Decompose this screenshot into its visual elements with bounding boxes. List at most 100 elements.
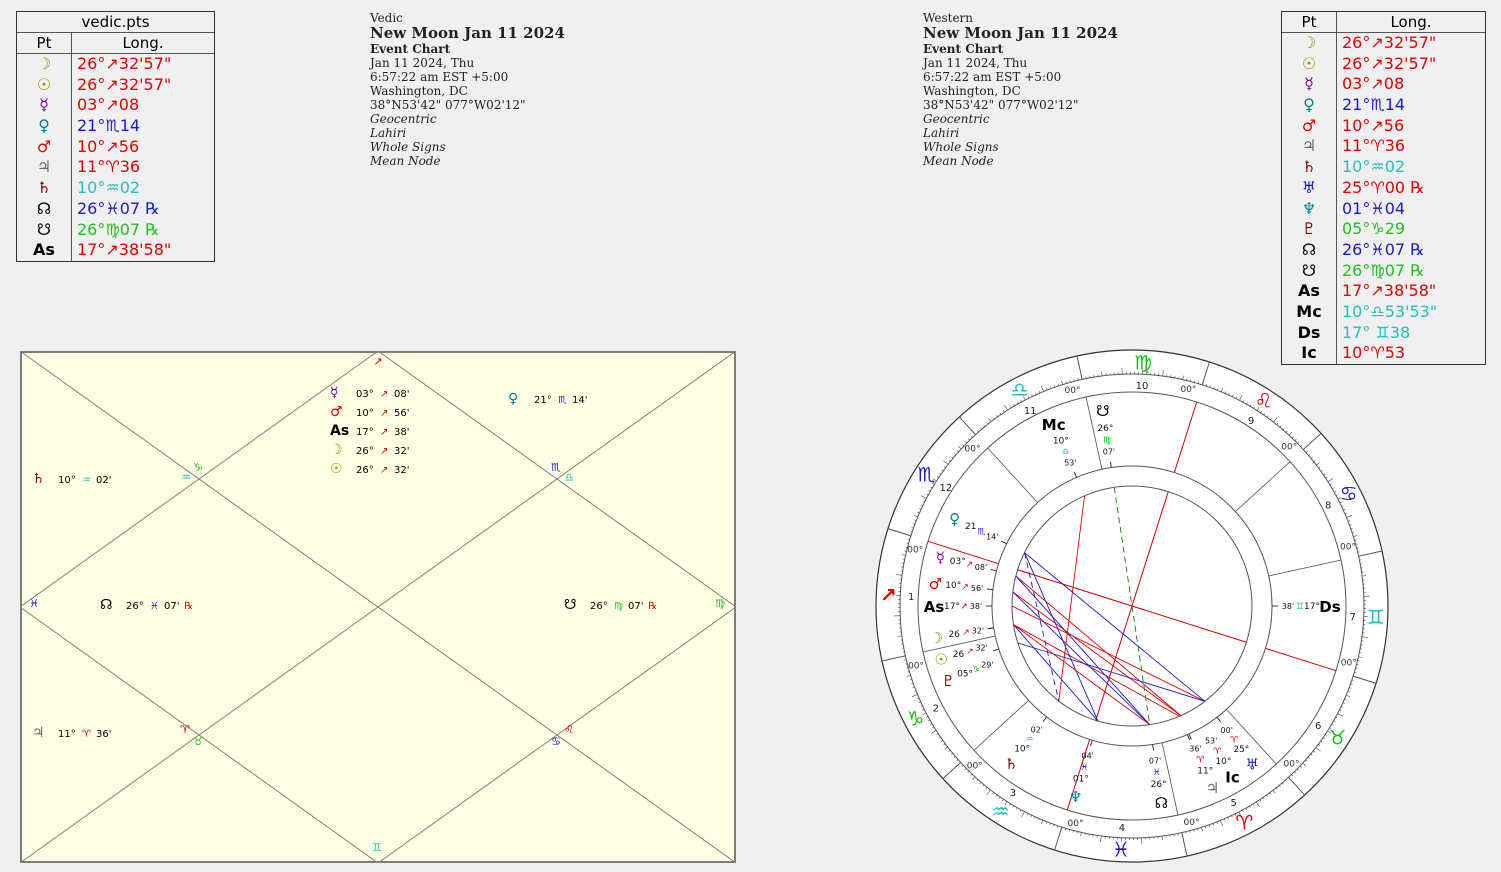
- point-glyph: ☋: [1282, 260, 1337, 282]
- sign-degree-label: 00°: [1184, 818, 1200, 828]
- planet-minute: 36': [96, 729, 111, 740]
- point-glyph: ☽: [1282, 33, 1337, 54]
- body-glyph: ♆: [1069, 788, 1082, 806]
- chart-date: Jan 11 2024, Thu: [923, 56, 1028, 70]
- vedic-chart-header: Vedic New Moon Jan 11 2024 Event Chart J…: [370, 11, 565, 168]
- chart-subtitle: Event Chart: [923, 42, 1004, 56]
- house-number: 11: [1024, 406, 1037, 417]
- table-row: Mc 10°♎53'53": [1282, 301, 1485, 323]
- planet-glyph: ☿: [330, 385, 339, 401]
- body-degree: 26: [948, 630, 960, 640]
- body-sign: ↗: [962, 628, 970, 638]
- point-glyph: As: [1282, 281, 1337, 302]
- planet-glyph: ♀: [508, 391, 518, 407]
- house-sign-glyph: ♌: [564, 723, 574, 736]
- house-number: 8: [1325, 500, 1331, 511]
- planet-minute: 07': [164, 601, 179, 612]
- point-longitude: 26°♓07 ℞: [1342, 239, 1425, 259]
- table-row: ☊ 26°♓07 ℞: [1282, 239, 1485, 261]
- sign-degree-label: 00°: [907, 546, 923, 556]
- body-degree: 25°: [1233, 745, 1249, 755]
- point-glyph: ☽: [17, 54, 72, 75]
- body-minute: 32': [972, 626, 984, 635]
- planet-degree: 11°: [58, 729, 76, 740]
- chart-option: Whole Signs: [370, 140, 446, 154]
- table-row: ♀ 21°♏14: [17, 116, 214, 137]
- body-glyph: ♂: [929, 575, 942, 593]
- point-longitude: 26°♓07 ℞: [77, 198, 160, 218]
- body-degree: 11°: [1197, 766, 1213, 776]
- house-sign-glyph: ♋: [551, 735, 561, 748]
- house-sign-glyph: ♍: [715, 597, 725, 610]
- body-degree: 05°: [957, 669, 973, 679]
- planet-glyph: ☋: [564, 597, 576, 613]
- table-row: ☉ 26°↗32'57": [17, 74, 214, 96]
- planet-sign: ↗: [380, 389, 388, 400]
- col-pt: Pt: [17, 33, 72, 53]
- house-sign-glyph: ♓: [29, 597, 39, 610]
- planet-minute: 02': [96, 475, 111, 486]
- planet-sign: ↗: [380, 465, 388, 476]
- table-row: ☿ 03°↗08: [17, 95, 214, 117]
- body-minute: 04': [1081, 752, 1093, 761]
- planet-minute: 32': [394, 465, 409, 476]
- house-number: 4: [1119, 823, 1125, 834]
- house-number: 9: [1248, 416, 1254, 427]
- body-degree: 03°: [950, 557, 966, 567]
- sign-degree-label: 00°: [1180, 385, 1196, 395]
- house-sign-glyph: ♉: [193, 735, 203, 748]
- planet-degree: 26°: [356, 465, 374, 476]
- western-points-table: Pt Long. ☽ 26°↗32'57" ☉ 26°↗32'57" ☿ 03°↗08 ♀ 2…: [1281, 11, 1486, 365]
- retrograde-mark: ℞: [648, 601, 657, 612]
- body-minute: 56': [971, 584, 983, 593]
- chart-place: Washington, DC: [370, 84, 468, 98]
- body-degree: 26°: [1097, 424, 1113, 434]
- house-sign-glyph: ↗: [373, 355, 382, 368]
- planet-glyph: ♄: [32, 471, 45, 487]
- chart-option: Geocentric: [370, 112, 437, 126]
- point-longitude: 17° ♊38: [1342, 322, 1411, 342]
- chart-time: 6:57:22 am EST +5:00: [923, 70, 1062, 84]
- point-longitude: 26°↗32'57": [1342, 53, 1437, 73]
- body-glyph: Mc: [1042, 416, 1066, 434]
- table-header: Pt Long.: [1282, 12, 1485, 33]
- sign-degree-label: 00°: [1068, 819, 1084, 829]
- body-minute: 00': [1221, 726, 1233, 735]
- body-sign: ♈: [1213, 747, 1222, 757]
- zodiac-sign-glyph: ♎: [1011, 377, 1029, 401]
- table-row: ☿ 03°↗08: [1282, 74, 1485, 96]
- table-row: ♆ 01°♓04: [1282, 198, 1485, 220]
- body-degree: 26: [953, 650, 965, 660]
- body-sign: ↗: [966, 647, 974, 657]
- point-longitude: 26°♍07 ℞: [77, 219, 160, 239]
- zodiac-sign-glyph: ♏: [917, 463, 935, 487]
- point-longitude: 26°↗32'57": [77, 54, 172, 73]
- point-glyph: ☿: [1282, 74, 1337, 96]
- point-longitude: 26°♍07 ℞: [1342, 260, 1425, 280]
- point-glyph: ♃: [1282, 136, 1337, 158]
- point-longitude: 11°♈36: [1342, 136, 1406, 156]
- body-glyph: Ic: [1225, 769, 1239, 787]
- body-degree: 01°: [1073, 775, 1089, 785]
- body-glyph: ☊: [1155, 794, 1168, 812]
- chart-coords: 38°N53'42" 077°W02'12": [923, 98, 1079, 112]
- body-glyph: ♃: [1206, 779, 1219, 797]
- body-degree: 10°: [1053, 437, 1069, 447]
- sign-degree-label: 00°: [1065, 386, 1081, 396]
- body-minute: 07': [1103, 448, 1115, 457]
- vedic-points-table: vedic.pts Pt Long. ☽ 26°↗32'57" ☉ 26°↗32'57…: [16, 11, 215, 262]
- sign-degree-label: 00°: [1341, 658, 1357, 668]
- chart-time: 6:57:22 am EST +5:00: [370, 70, 509, 84]
- point-longitude: 11°♈36: [77, 157, 141, 177]
- chart-date: Jan 11 2024, Thu: [370, 56, 475, 70]
- col-long: Long.: [122, 34, 164, 52]
- point-glyph: Mc: [1282, 301, 1337, 323]
- point-longitude: 05°♑29: [1342, 219, 1406, 239]
- retrograde-mark: ℞: [184, 601, 193, 612]
- planet-minute: 14': [572, 395, 587, 406]
- body-degree: 10°: [1014, 745, 1030, 755]
- body-degree: 10°: [1215, 757, 1231, 767]
- table-row: Ds 17° ♊38: [1282, 322, 1485, 344]
- chart-place: Washington, DC: [923, 84, 1021, 98]
- planet-glyph: ☽: [330, 442, 343, 458]
